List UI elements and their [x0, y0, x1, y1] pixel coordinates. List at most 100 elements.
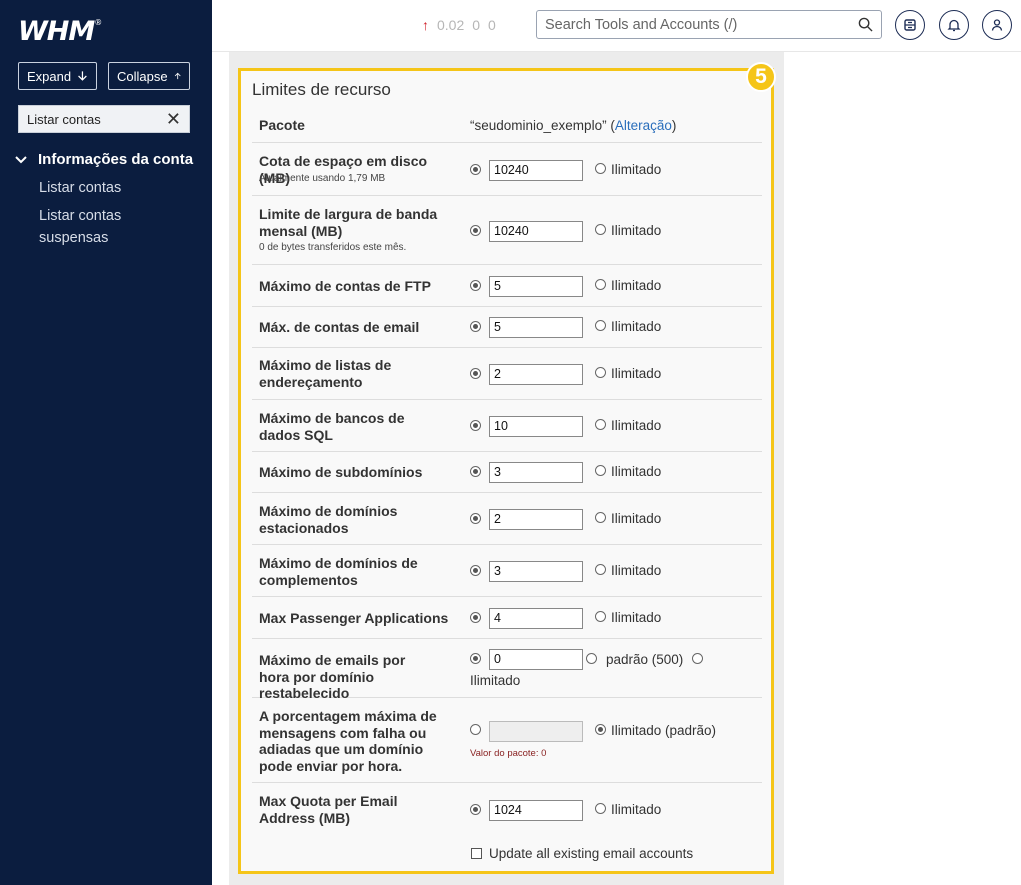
whm-logo[interactable]: WHM®: [18, 16, 102, 47]
expand-label: Expand: [27, 68, 72, 84]
limit-value-input[interactable]: 2: [489, 509, 583, 530]
limit-row: Máximo de subdomínios 3 Ilimitado: [252, 452, 762, 493]
limit-label: Máximo de domínios estacionados: [259, 503, 398, 536]
load-15: 0: [488, 17, 496, 33]
limit-row: Máximo de contas de FTP 5 Ilimitado: [252, 265, 762, 307]
limit-row: Máximo de emails por hora por domínio re…: [252, 639, 762, 701]
unlimited-radio[interactable]: [595, 320, 606, 331]
unlimited-label: Ilimitado: [611, 223, 662, 238]
limit-label: Máximo de emails por hora por domínio re…: [259, 652, 406, 701]
sidebar-item-list-accounts[interactable]: Listar contas: [39, 177, 189, 199]
change-package-link[interactable]: Alteração: [615, 118, 672, 133]
limit-value-radio[interactable]: [470, 164, 481, 175]
limit-row: Cota de espaço em disco (MB) Atualmente …: [252, 143, 762, 196]
limit-value-radio[interactable]: [470, 724, 481, 735]
limit-value-radio[interactable]: [470, 804, 481, 815]
limit-value-input[interactable]: 5: [489, 276, 583, 297]
unlimited-radio[interactable]: [595, 611, 606, 622]
limit-value-input[interactable]: [489, 721, 583, 742]
limit-value-input[interactable]: 2: [489, 364, 583, 385]
global-search-placeholder: Search Tools and Accounts (/): [545, 16, 738, 33]
unlimited-radio[interactable]: [595, 163, 606, 174]
top-bar: ↑ 0.02 0 0 Search Tools and Accounts (/): [212, 0, 1021, 52]
unlimited-radio[interactable]: [595, 419, 606, 430]
limit-row: Máximo de listas de endereçamento 2 Ilim…: [252, 348, 762, 400]
unlimited-radio[interactable]: [595, 564, 606, 575]
limit-value-input[interactable]: 0: [489, 649, 583, 670]
unlimited-radio[interactable]: [595, 224, 606, 235]
limit-label: Limite de largura de banda mensal (MB): [259, 206, 438, 239]
limit-value-radio[interactable]: [470, 321, 481, 332]
server-button[interactable]: [895, 10, 925, 40]
limit-value-input[interactable]: 1024: [489, 800, 583, 821]
limit-value-radio[interactable]: [470, 612, 481, 623]
limit-value-radio[interactable]: [470, 225, 481, 236]
limit-label: Máximo de contas de FTP: [259, 278, 431, 294]
unlimited-label: Ilimitado: [470, 673, 521, 688]
unlimited-label: Ilimitado: [611, 278, 662, 293]
unlimited-radio[interactable]: [692, 653, 703, 664]
sidebar-section-account-info[interactable]: Informações da conta: [14, 151, 193, 168]
limit-row: Máximo de bancos de dados SQL 10 Ilimita…: [252, 400, 762, 452]
update-all-email-checkbox[interactable]: [471, 848, 482, 859]
limit-value-input[interactable]: 3: [489, 462, 583, 483]
unlimited-label: Ilimitado: [611, 162, 662, 177]
unlimited-label: Ilimitado: [611, 464, 662, 479]
limit-label: A porcentagem máxima de mensagens com fa…: [259, 708, 437, 774]
unlimited-default-label: Ilimitado (padrão): [611, 723, 717, 738]
sidebar-item-list-suspended[interactable]: Listar contas suspensas: [39, 205, 189, 249]
unlimited-label: Ilimitado: [611, 610, 662, 625]
unlimited-default-radio[interactable]: [595, 724, 606, 735]
limit-row: Máximo de domínios de complementos 3 Ili…: [252, 545, 762, 597]
unlimited-radio[interactable]: [595, 367, 606, 378]
limit-value-input[interactable]: 4: [489, 608, 583, 629]
limit-value-radio[interactable]: [470, 513, 481, 524]
unlimited-radio[interactable]: [595, 465, 606, 476]
notifications-button[interactable]: [939, 10, 969, 40]
limit-value-input[interactable]: 5: [489, 317, 583, 338]
user-button[interactable]: [982, 10, 1012, 40]
package-row: Pacote “seudominio_exemplo” (Alteração): [252, 108, 762, 143]
search-icon[interactable]: [858, 17, 873, 32]
load-up-arrow-icon: ↑: [422, 17, 429, 33]
limit-value-radio[interactable]: [470, 420, 481, 431]
user-icon: [991, 19, 1003, 31]
limit-value-input[interactable]: 10: [489, 416, 583, 437]
clear-search-icon[interactable]: ✕: [166, 110, 181, 128]
unlimited-radio[interactable]: [595, 279, 606, 290]
limit-value-input[interactable]: 3: [489, 561, 583, 582]
chevron-down-icon: [15, 155, 27, 163]
default-label: padrão (500): [606, 652, 684, 667]
server-icon: [904, 19, 916, 31]
bell-icon: [947, 19, 961, 32]
unlimited-label: Ilimitado: [611, 563, 662, 578]
collapse-button[interactable]: Collapse: [108, 62, 190, 90]
limit-value-radio[interactable]: [470, 653, 481, 664]
arrow-down-icon: [78, 71, 87, 81]
unlimited-label: Ilimitado: [611, 802, 662, 817]
limit-value-input[interactable]: 10240: [489, 221, 583, 242]
package-name: “seudominio_exemplo”: [470, 118, 607, 133]
collapse-label: Collapse: [117, 68, 168, 84]
sidebar-search-input[interactable]: Listar contas ✕: [18, 105, 190, 133]
unlimited-label: Ilimitado: [611, 418, 662, 433]
limit-value-radio[interactable]: [470, 280, 481, 291]
limit-value-radio[interactable]: [470, 368, 481, 379]
unlimited-label: Ilimitado: [611, 511, 662, 526]
limit-row: Máximo de domínios estacionados 2 Ilimit…: [252, 493, 762, 545]
limit-value-radio[interactable]: [470, 565, 481, 576]
load-1: 0.02: [437, 17, 465, 33]
sidebar-section-title: Informações da conta: [38, 151, 194, 168]
unlimited-radio[interactable]: [595, 512, 606, 523]
limit-row: Máx. de contas de email 5 Ilimitado: [252, 307, 762, 348]
limit-label: Máx. de contas de email: [259, 319, 420, 335]
limit-label: Max Quota per Email Address (MB): [259, 793, 398, 826]
unlimited-radio[interactable]: [595, 803, 606, 814]
limit-label: Máximo de listas de endereçamento: [259, 357, 392, 390]
global-search-input[interactable]: Search Tools and Accounts (/): [536, 10, 882, 39]
limit-value-input[interactable]: 10240: [489, 160, 583, 181]
limit-value-radio[interactable]: [470, 466, 481, 477]
expand-button[interactable]: Expand: [18, 62, 97, 90]
step-badge: 5: [746, 62, 776, 92]
default-radio[interactable]: [586, 653, 597, 664]
